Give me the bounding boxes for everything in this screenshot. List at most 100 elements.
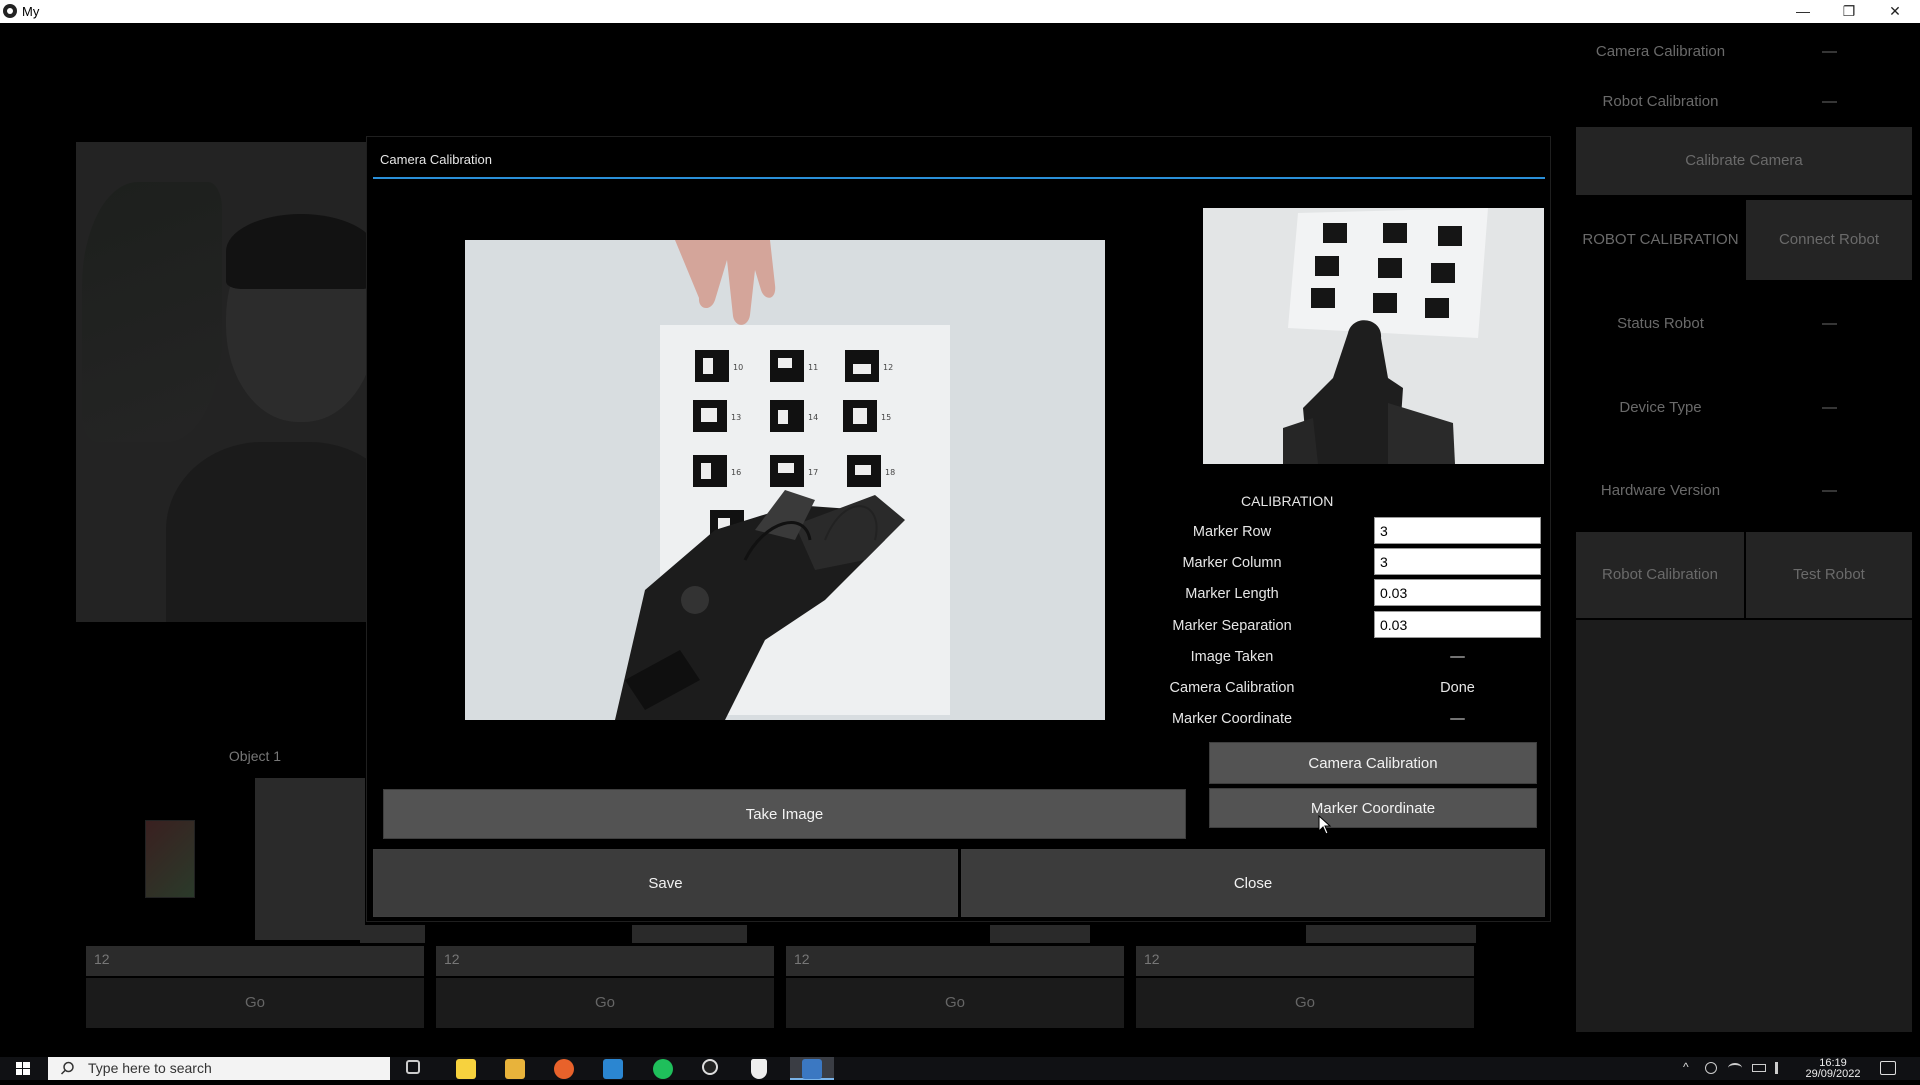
mouse-cursor-icon: [1318, 815, 1332, 835]
camera-calibration-dialog: Camera Calibration 10 11 12 13 14 15 16 …: [366, 136, 1551, 922]
marker-id: 15: [881, 413, 891, 422]
search-placeholder: Type here to search: [88, 1060, 212, 1076]
marker-length-input[interactable]: [1374, 579, 1541, 606]
marker-separation-label: Marker Separation: [1172, 618, 1292, 634]
object-label: Object 1: [228, 748, 282, 764]
windows-icon: [16, 1062, 30, 1075]
taskbar: Type here to search ^ 16:19 29/09/2022: [0, 1057, 1920, 1080]
slot-3-field[interactable]: 12: [786, 946, 1124, 976]
active-app-taskbar-item[interactable]: [790, 1057, 834, 1080]
camera-calibration-value: Done: [1440, 680, 1475, 696]
close-button[interactable]: Close: [961, 849, 1545, 917]
battery-icon[interactable]: [1752, 1064, 1766, 1072]
dialog-title-underline: [373, 177, 1545, 179]
marker-id: 11: [808, 363, 818, 372]
task-view-icon[interactable]: [406, 1060, 420, 1074]
camera-calibration-status-value: —: [1822, 43, 1837, 60]
image-taken-label: Image Taken: [1190, 649, 1274, 665]
tray-expand-icon[interactable]: ^: [1683, 1060, 1689, 1074]
robot-calibration-button[interactable]: Robot Calibration: [1576, 532, 1744, 618]
marker-id: 13: [731, 413, 741, 422]
slot-4-field[interactable]: 12: [1136, 946, 1474, 976]
device-type-value: —: [1822, 399, 1837, 416]
calibrate-camera-button[interactable]: Calibrate Camera: [1576, 127, 1912, 195]
python-app-icon: [802, 1059, 822, 1079]
sticky-notes-icon[interactable]: [456, 1059, 476, 1079]
calibration-scene: 10 11 12 13 14 15 16 17 18 19: [465, 240, 1105, 720]
marker-coordinate-value: —: [1450, 711, 1465, 727]
marker-separation-input[interactable]: [1374, 611, 1541, 638]
slot-3-go-button[interactable]: Go: [786, 978, 1124, 1028]
device-type-label: Device Type: [1619, 399, 1702, 416]
take-image-button[interactable]: Take Image: [383, 789, 1186, 839]
minimize-button[interactable]: —: [1780, 0, 1826, 23]
clock-date: 29/09/2022: [1805, 1068, 1861, 1080]
person-body: [166, 442, 366, 622]
image-taken-value: —: [1450, 649, 1465, 665]
camera-calibration-button[interactable]: Camera Calibration: [1209, 742, 1537, 784]
marker-coordinate-label: Marker Coordinate: [1171, 711, 1293, 727]
restore-button[interactable]: ❐: [1826, 0, 1872, 23]
search-icon: [60, 1061, 74, 1075]
robot-calibration-status-value: —: [1822, 93, 1837, 110]
volume-icon[interactable]: [1775, 1062, 1787, 1074]
slot-2-go-button[interactable]: Go: [436, 978, 774, 1028]
marker-id: 16: [731, 468, 741, 477]
app-icon: [3, 4, 17, 18]
object-thumbnail[interactable]: [145, 820, 195, 898]
marker-column-label: Marker Column: [1182, 555, 1282, 571]
slot-1-field[interactable]: 12: [86, 946, 424, 976]
status-robot-label: Status Robot: [1617, 315, 1704, 332]
save-button[interactable]: Save: [373, 849, 958, 917]
secondary-camera-preview: [1203, 208, 1544, 464]
object-preview: [255, 778, 365, 940]
start-button[interactable]: [0, 1057, 46, 1080]
test-robot-button[interactable]: Test Robot: [1746, 532, 1912, 618]
slot-2-field[interactable]: 12: [436, 946, 774, 976]
firefox-icon[interactable]: [554, 1059, 574, 1079]
connect-robot-button[interactable]: Connect Robot: [1746, 200, 1912, 280]
preview-strip: [1306, 925, 1476, 943]
marker-length-label: Marker Length: [1185, 586, 1279, 602]
slot-1-go-button[interactable]: Go: [86, 978, 424, 1028]
taskbar-search[interactable]: Type here to search: [48, 1057, 390, 1080]
close-window-button[interactable]: ✕: [1872, 0, 1918, 23]
marker-id: 18: [885, 468, 895, 477]
notifications-icon[interactable]: [1880, 1061, 1896, 1075]
preview-strip: [990, 925, 1090, 943]
preview-strip: [360, 925, 425, 943]
window-title: My: [22, 4, 40, 19]
window-title-bar: My — ❐ ✕: [0, 0, 1920, 23]
marker-column-input[interactable]: [1374, 548, 1541, 575]
status-robot-value: —: [1822, 315, 1837, 332]
secondary-scene: [1203, 208, 1544, 464]
webcam-feed: [76, 142, 366, 622]
calibration-heading: CALIBRATION: [1241, 493, 1334, 509]
camera-preview: 10 11 12 13 14 15 16 17 18 19: [465, 240, 1105, 720]
robot-calibration-heading: ROBOT CALIBRATION: [1582, 231, 1739, 248]
camera-calibration-status-label: Camera Calibration: [1595, 43, 1726, 60]
shield-icon[interactable]: [751, 1059, 767, 1079]
marker-id: 14: [808, 413, 818, 422]
spotify-icon[interactable]: [653, 1059, 673, 1079]
file-explorer-icon[interactable]: [505, 1059, 525, 1079]
marker-coordinate-button[interactable]: Marker Coordinate: [1209, 788, 1537, 828]
wifi-icon[interactable]: [1728, 1063, 1742, 1073]
robot-log-panel: [1576, 620, 1912, 1032]
taskbar-clock[interactable]: 16:19 29/09/2022: [1797, 1058, 1869, 1080]
marker-row-input[interactable]: [1374, 517, 1541, 544]
marker-id: 17: [808, 468, 818, 477]
dialog-title: Camera Calibration: [380, 152, 492, 167]
robot-calibration-status-label: Robot Calibration: [1602, 93, 1719, 110]
preview-strip: [632, 925, 747, 943]
vscode-icon[interactable]: [603, 1059, 623, 1079]
hardware-version-value: —: [1822, 482, 1837, 499]
marker-id: 10: [733, 363, 743, 372]
tray-app-icon[interactable]: [1705, 1062, 1717, 1074]
camera-calibration-label: Camera Calibration: [1169, 680, 1295, 696]
slot-4-go-button[interactable]: Go: [1136, 978, 1474, 1028]
plant-background: [82, 182, 222, 442]
hardware-version-label: Hardware Version: [1600, 482, 1721, 499]
marker-row-label: Marker Row: [1192, 524, 1272, 540]
github-icon[interactable]: [702, 1059, 718, 1075]
